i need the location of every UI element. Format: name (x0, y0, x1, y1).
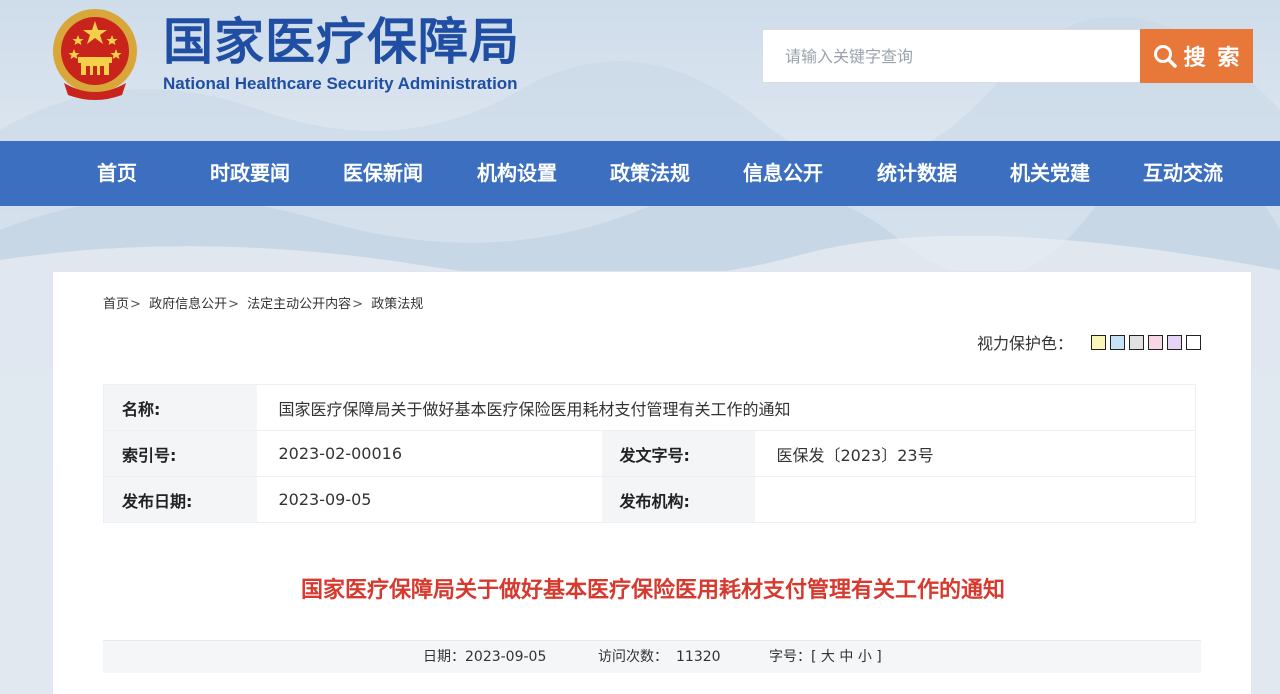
swatch-yellow[interactable] (1091, 334, 1106, 350)
font-size-large-button[interactable]: 大 (821, 649, 835, 665)
meta-date-value: 2023-09-05 (256, 476, 602, 523)
nav-item-home[interactable]: 首页 (97, 141, 137, 206)
meta-org-label: 发布机构: (601, 476, 755, 523)
search-box: 搜 索 (762, 29, 1253, 83)
nav-item-politics-news[interactable]: 时政要闻 (210, 141, 290, 206)
eye-care-label: 视力保护色： (976, 334, 1073, 353)
site-title: 国家医疗保障局 (163, 13, 520, 71)
nav-item-party-building[interactable]: 机关党建 (1010, 141, 1090, 206)
meta-row-date: 发布日期: 2023-09-05 发布机构: (103, 476, 1196, 523)
breadcrumb: 首页> 政府信息公开> 法定主动公开内容> 政策法规 (103, 293, 423, 312)
info-date-value: 2023-09-05 (465, 649, 547, 665)
breadcrumb-home[interactable]: 首页 (103, 297, 129, 312)
meta-name-value: 国家医疗保障局关于做好基本医疗保险医用耗材支付管理有关工作的通知 (256, 384, 1196, 431)
search-icon (1153, 45, 1177, 68)
meta-index-value: 2023-02-00016 (256, 430, 602, 477)
site-subtitle: National Healthcare Security Administrat… (163, 74, 518, 93)
meta-row-index: 索引号: 2023-02-00016 发文字号: 医保发〔2023〕23号 (103, 430, 1196, 477)
info-views: 访问次数： 11320 (598, 641, 721, 674)
search-button[interactable]: 搜 索 (1140, 29, 1253, 83)
breadcrumb-separator: > (130, 297, 141, 312)
document-info-bar: 日期：2023-09-05 访问次数： 11320 字号：[ 大 中 小 ] (103, 640, 1201, 673)
breadcrumb-policies[interactable]: 政策法规 (371, 297, 423, 312)
info-date-label: 日期： (423, 649, 465, 665)
nav-item-policies[interactable]: 政策法规 (610, 141, 690, 206)
meta-doc-no-label: 发文字号: (601, 430, 755, 477)
document-title: 国家医疗保障局关于做好基本医疗保险医用耗材支付管理有关工作的通知 (300, 578, 1005, 603)
nav-item-healthcare-news[interactable]: 医保新闻 (343, 141, 423, 206)
main-nav: 首页 时政要闻 医保新闻 机构设置 政策法规 信息公开 统计数据 机关党建 互动… (0, 141, 1280, 206)
nav-item-organization[interactable]: 机构设置 (477, 141, 557, 206)
nav-item-statistics[interactable]: 统计数据 (877, 141, 957, 206)
swatch-blue[interactable] (1110, 334, 1125, 350)
font-size-bracket-open: [ (811, 649, 817, 665)
font-size-small-button[interactable]: 小 (858, 649, 872, 665)
breadcrumb-separator: > (352, 297, 364, 312)
font-size-label: 字号： (769, 649, 811, 665)
meta-index-label: 索引号: (103, 430, 257, 477)
swatch-pink[interactable] (1148, 334, 1163, 350)
breadcrumb-gov-info[interactable]: 政府信息公开 (149, 297, 227, 312)
content-panel: 首页> 政府信息公开> 法定主动公开内容> 政策法规 视力保护色： 名称: 国家… (52, 271, 1252, 694)
swatch-gray[interactable] (1129, 334, 1144, 350)
swatch-purple[interactable] (1167, 334, 1182, 350)
breadcrumb-separator: > (228, 297, 239, 312)
eye-care-color-selector: 视力保护色： (977, 330, 1201, 354)
nav-item-info-disclosure[interactable]: 信息公开 (743, 141, 823, 206)
info-date: 日期：2023-09-05 (423, 641, 546, 674)
meta-doc-no-value: 医保发〔2023〕23号 (754, 430, 1196, 477)
site-header: 国家医疗保障局 National Healthcare Security Adm… (0, 0, 1280, 141)
search-input[interactable] (762, 29, 1140, 83)
search-button-label: 搜 索 (1183, 46, 1242, 71)
font-size-medium-button[interactable]: 中 (839, 649, 853, 665)
info-font-size: 字号：[ 大 中 小 ] (769, 641, 882, 674)
meta-org-value (754, 476, 1196, 523)
swatch-white[interactable] (1186, 334, 1201, 350)
national-emblem-icon (53, 9, 137, 100)
nav-item-interaction[interactable]: 互动交流 (1143, 141, 1223, 206)
font-size-bracket-close: ] (876, 649, 882, 665)
document-meta-table: 名称: 国家医疗保障局关于做好基本医疗保险医用耗材支付管理有关工作的通知 索引号… (103, 384, 1196, 523)
meta-row-name: 名称: 国家医疗保障局关于做好基本医疗保险医用耗材支付管理有关工作的通知 (103, 384, 1196, 431)
meta-date-label: 发布日期: (103, 476, 257, 523)
info-views-value: 11320 (676, 649, 721, 665)
breadcrumb-statutory-content[interactable]: 法定主动公开内容 (247, 297, 351, 312)
info-views-label: 访问次数： (598, 649, 668, 665)
meta-name-label: 名称: (103, 384, 257, 431)
